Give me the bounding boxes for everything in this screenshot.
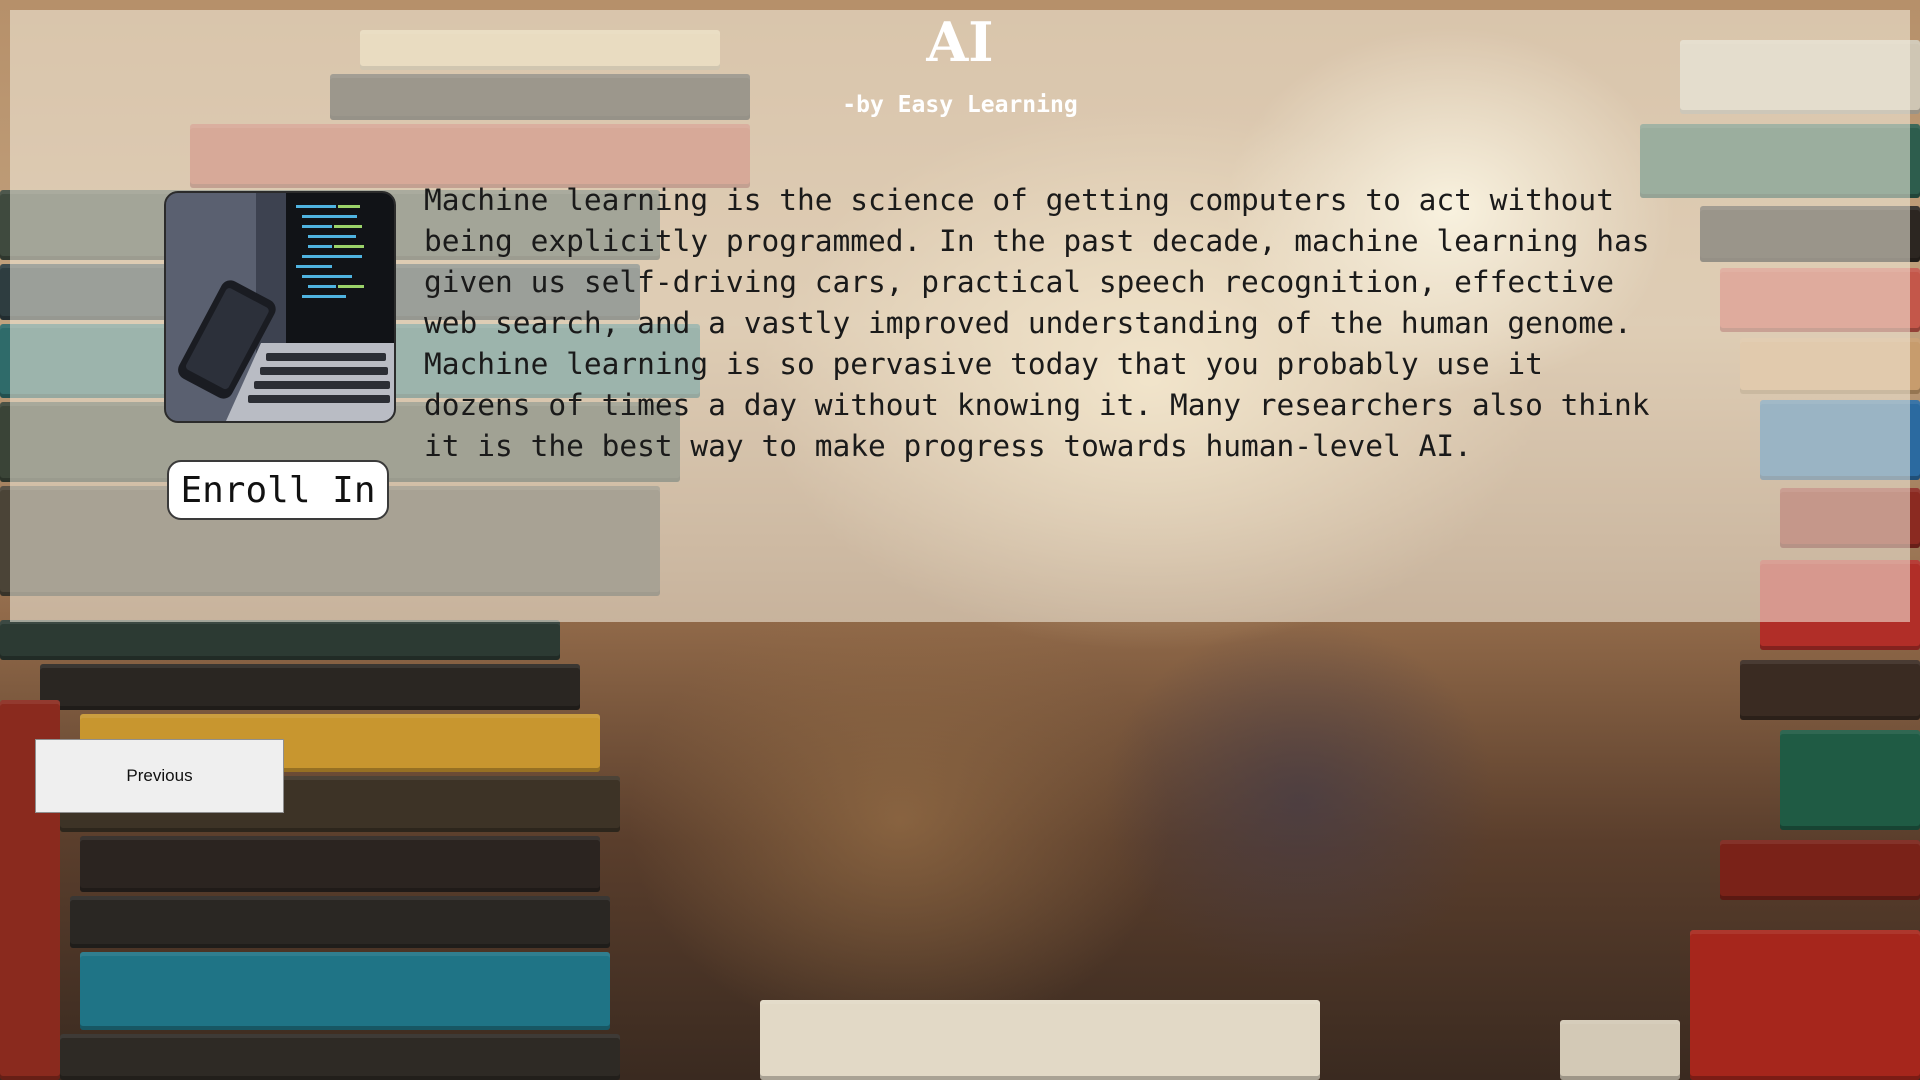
book-spine [60, 1034, 620, 1080]
book-spine [1720, 840, 1920, 900]
book-spine [0, 620, 560, 660]
book-spine [70, 896, 610, 948]
book-spine [1690, 930, 1920, 1080]
previous-button[interactable]: Previous [35, 739, 284, 813]
page-title: AI [926, 10, 994, 74]
book-spine [1560, 1020, 1680, 1080]
author-byline: -by Easy Learning [842, 92, 1078, 118]
book-spine [1740, 660, 1920, 720]
course-description: Machine learning is the science of getti… [424, 183, 1650, 463]
book-spine [40, 664, 580, 710]
book-spine [80, 952, 610, 1030]
book-spine [760, 1000, 1320, 1080]
book-stack-left [0, 620, 720, 1080]
enroll-button[interactable]: Enroll In [167, 460, 389, 520]
laptop-code-icon [166, 193, 394, 421]
course-image [164, 191, 396, 423]
book-spine [80, 836, 600, 892]
book-spine [1780, 730, 1920, 830]
